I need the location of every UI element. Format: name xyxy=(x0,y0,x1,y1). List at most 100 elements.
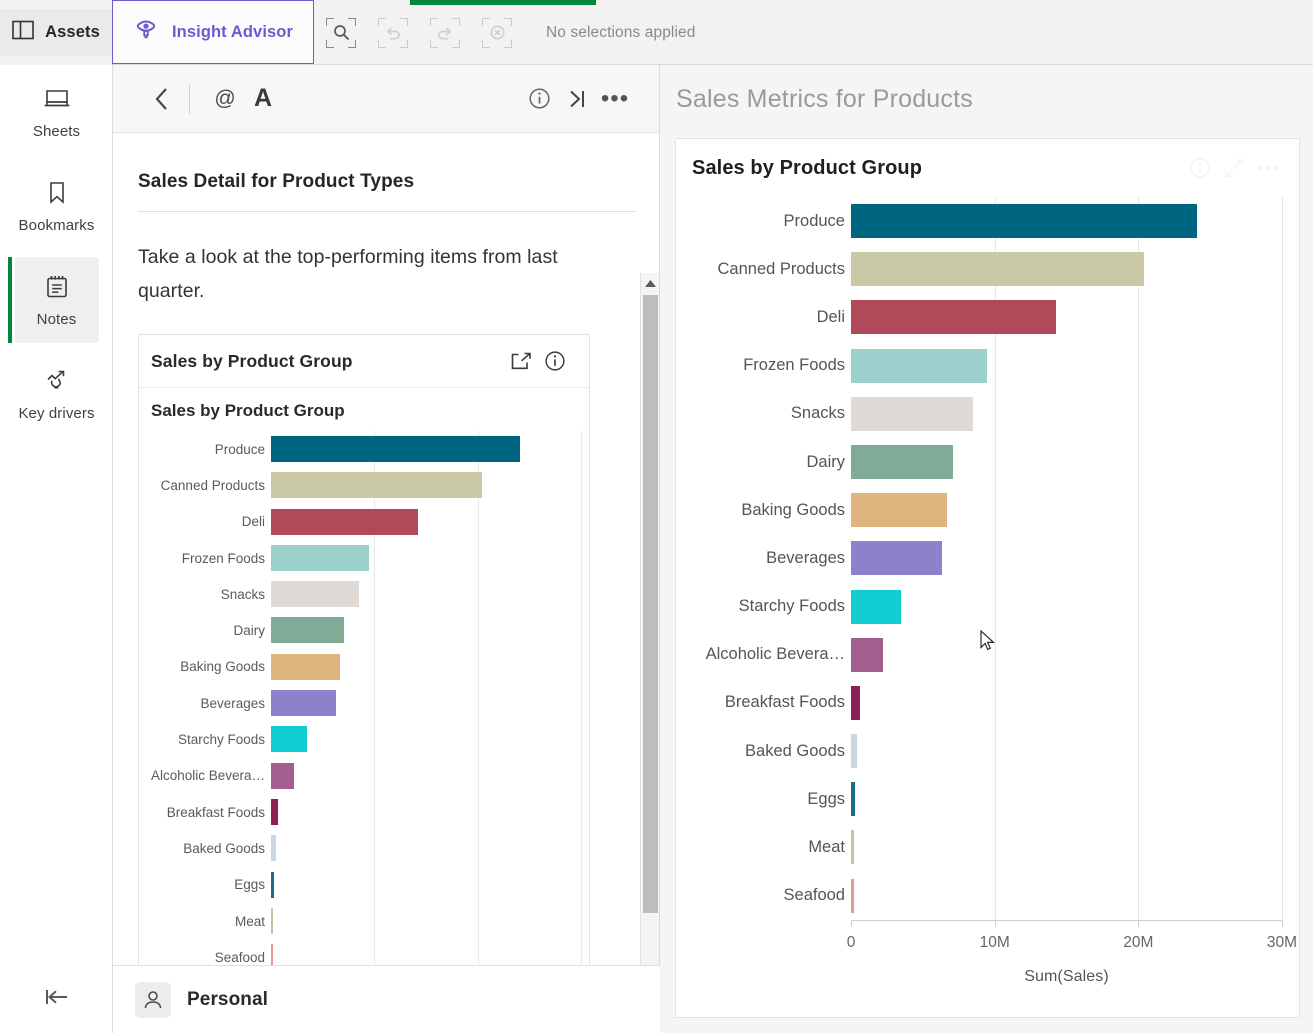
gridline xyxy=(1138,582,1140,631)
bar[interactable] xyxy=(851,685,861,720)
mini-bar[interactable] xyxy=(271,726,308,753)
bar-row[interactable]: Beverages xyxy=(676,534,1283,583)
mini-bar-row[interactable]: Dairy xyxy=(147,612,582,649)
mini-bar[interactable] xyxy=(271,653,341,680)
bar-track xyxy=(851,389,1283,438)
bar-row[interactable]: Breakfast Foods xyxy=(676,678,1283,728)
bar-row[interactable]: Frozen Foods xyxy=(676,341,1283,390)
mini-bar[interactable] xyxy=(271,472,482,499)
mini-bar-row[interactable]: Beverages xyxy=(147,685,582,722)
gridline xyxy=(1138,534,1140,583)
embedded-info-icon[interactable] xyxy=(538,344,572,378)
bar-row[interactable]: Canned Products xyxy=(676,245,1283,294)
mini-bar[interactable] xyxy=(271,871,274,898)
mini-bar-row[interactable]: Baked Goods xyxy=(147,830,582,867)
gridline xyxy=(1282,823,1283,872)
mini-bar[interactable] xyxy=(271,508,419,535)
mention-button[interactable]: @ xyxy=(206,80,244,118)
assets-button[interactable]: Assets xyxy=(0,0,113,65)
bar[interactable] xyxy=(851,252,1145,287)
gridline xyxy=(1282,245,1283,294)
step-back-icon[interactable] xyxy=(378,17,408,48)
scroll-up-arrow-icon[interactable] xyxy=(641,273,659,293)
sidebar-item-key-drivers[interactable]: Key drivers xyxy=(0,347,113,441)
bar[interactable] xyxy=(851,444,953,479)
bar[interactable] xyxy=(851,396,974,431)
embedded-chart-card[interactable]: Sales by Product Group Sales by Product … xyxy=(138,334,590,985)
notes-vertical-scrollbar[interactable] xyxy=(640,273,659,1033)
mini-bar-row[interactable]: Canned Products xyxy=(147,467,582,504)
bar[interactable] xyxy=(851,734,858,769)
bar-row[interactable]: Deli xyxy=(676,293,1283,342)
bar[interactable] xyxy=(851,541,942,576)
gridline xyxy=(1138,630,1140,679)
mini-bar[interactable] xyxy=(271,835,276,862)
chart-more-icon[interactable] xyxy=(1251,151,1285,185)
bar-row[interactable]: Eggs xyxy=(676,775,1283,824)
space-footer[interactable]: Personal xyxy=(113,965,660,1033)
mini-bar[interactable] xyxy=(271,617,345,644)
bar[interactable] xyxy=(851,493,948,528)
embedded-bar-chart[interactable]: Sales by Product Group Produce Canned Pro… xyxy=(139,388,589,984)
sidebar-item-bookmarks[interactable]: Bookmarks xyxy=(0,159,113,253)
bar[interactable] xyxy=(851,348,987,383)
bar[interactable] xyxy=(851,300,1056,335)
bar-row[interactable]: Meat xyxy=(676,823,1283,872)
scrollbar-thumb[interactable] xyxy=(643,295,658,913)
chart-info-icon[interactable] xyxy=(1183,151,1217,185)
collapse-left-icon[interactable] xyxy=(0,961,113,1033)
clear-selections-icon[interactable] xyxy=(482,17,512,48)
mini-bar-row[interactable]: Frozen Foods xyxy=(147,539,582,577)
bar[interactable] xyxy=(851,830,854,865)
bar-row[interactable]: Baking Goods xyxy=(676,486,1283,535)
selection-search-icon[interactable] xyxy=(326,17,356,48)
mini-bar[interactable] xyxy=(271,907,273,934)
bar[interactable] xyxy=(851,782,855,817)
mini-bar-row[interactable]: Deli xyxy=(147,503,582,540)
external-link-icon[interactable] xyxy=(504,344,538,378)
main-bar-chart[interactable]: Produce Canned Products Deli Frozen Foods Sn… xyxy=(676,197,1299,1000)
note-more-button[interactable]: ••• xyxy=(596,80,634,118)
bar-track xyxy=(851,534,1283,583)
bar-row[interactable]: Starchy Foods xyxy=(676,582,1283,631)
mini-bar-row[interactable]: Snacks xyxy=(147,576,582,613)
note-info-button[interactable] xyxy=(520,80,558,118)
mini-bar[interactable] xyxy=(271,798,278,825)
text-format-button[interactable]: A xyxy=(244,80,282,118)
step-forward-icon[interactable] xyxy=(430,17,460,48)
bar-row[interactable]: Seafood xyxy=(676,871,1283,920)
mini-bar-row[interactable]: Produce xyxy=(147,431,582,468)
mini-gridline xyxy=(581,866,582,903)
sidebar-item-sheets[interactable]: Sheets xyxy=(0,65,113,159)
mini-bar[interactable] xyxy=(271,690,337,717)
back-button[interactable] xyxy=(143,80,181,118)
mini-bar-row[interactable]: Alcoholic Bevera… xyxy=(147,757,582,794)
info-circle-icon xyxy=(528,88,550,109)
expand-diagonal-icon[interactable] xyxy=(1217,151,1251,185)
mini-bar[interactable] xyxy=(271,762,295,789)
selection-tools: No selections applied xyxy=(314,0,695,65)
bar-row[interactable]: Baked Goods xyxy=(676,727,1283,776)
collapse-panel-button[interactable] xyxy=(558,80,596,118)
notes-panel: @ A ••• Sales Detail for Product Types T… xyxy=(113,65,660,1033)
bar-row[interactable]: Alcoholic Bevera… xyxy=(676,630,1283,679)
mini-bar[interactable] xyxy=(271,436,521,462)
mini-bar-row[interactable]: Meat xyxy=(147,902,582,940)
bar[interactable] xyxy=(851,204,1198,238)
bar-row[interactable]: Produce xyxy=(676,197,1283,246)
mini-bar-row[interactable]: Eggs xyxy=(147,866,582,903)
mini-bar-row[interactable]: Breakfast Foods xyxy=(147,793,582,831)
gridline xyxy=(1282,630,1283,679)
mini-bar[interactable] xyxy=(271,544,369,571)
mini-bar-row[interactable]: Starchy Foods xyxy=(147,721,582,758)
sidebar-item-notes[interactable]: Notes xyxy=(0,253,113,347)
tab-insight-advisor[interactable]: Insight Advisor xyxy=(112,0,314,64)
bar[interactable] xyxy=(851,637,884,672)
bar[interactable] xyxy=(851,878,854,913)
mini-bar[interactable] xyxy=(271,581,359,608)
mini-bar-row[interactable]: Baking Goods xyxy=(147,648,582,686)
bar[interactable] xyxy=(851,589,902,624)
bar-row[interactable]: Snacks xyxy=(676,389,1283,438)
mini-chart-title: Sales by Product Group xyxy=(151,401,345,420)
bar-row[interactable]: Dairy xyxy=(676,437,1283,487)
